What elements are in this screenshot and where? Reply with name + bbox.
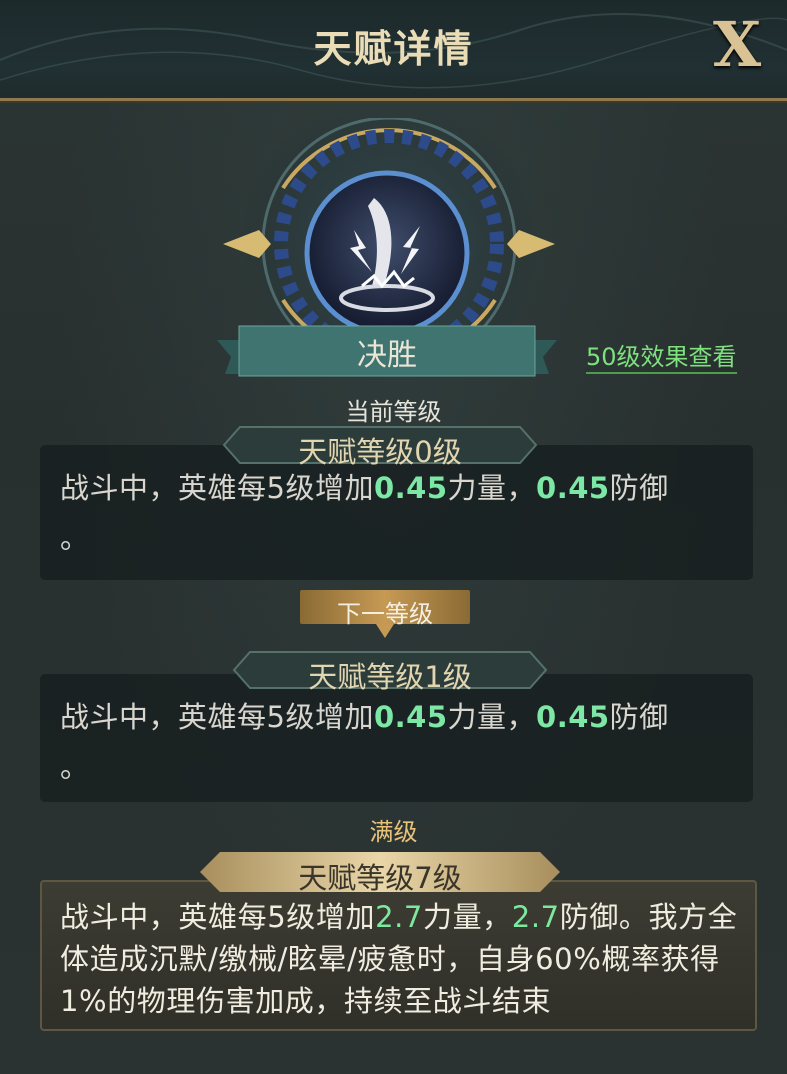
desc-text: 战斗中，英雄每5级增加 <box>60 900 376 934</box>
level50-effect-link[interactable]: 50级效果查看 <box>586 337 737 374</box>
next-level-description: 战斗中，英雄每5级增加0.45力量，0.45防御。 <box>60 692 737 792</box>
strength-value: 2.7 <box>375 900 423 934</box>
desc-text: 防御 <box>609 471 669 505</box>
lightning-blade-icon <box>304 170 470 336</box>
strength-value: 0.45 <box>373 471 448 505</box>
max-level-box: 战斗中，英雄每5级增加2.7力量，2.7防御。我方全体造成沉默/缴械/眩晕/疲惫… <box>40 880 757 1031</box>
current-level-heading: 当前等级 <box>345 398 442 426</box>
max-level-tab: 天赋等级7级 <box>200 850 560 895</box>
desc-text: 战斗中，英雄每5级增加 <box>60 700 374 734</box>
talent-name: 决胜 <box>357 338 417 373</box>
page-title: 天赋详情 <box>313 27 474 71</box>
header-bar: 天赋详情 X <box>0 0 787 101</box>
next-level-button[interactable]: 下一等级 <box>300 588 470 638</box>
max-level-label: 天赋等级7级 <box>298 861 462 895</box>
talent-detail-panel: 天赋详情 X 决胜 50级效果查看 当前等级 战斗中，英雄每5级增加0.45力量… <box>0 0 787 1074</box>
current-level-description: 战斗中，英雄每5级增加0.45力量，0.45防御。 <box>60 463 737 563</box>
desc-text: 力量， <box>447 471 537 505</box>
close-button[interactable]: X <box>707 12 767 78</box>
defense-value: 2.7 <box>511 900 560 934</box>
defense-value: 0.45 <box>536 700 610 734</box>
next-level-tab-label: 天赋等级1级 <box>308 660 472 694</box>
defense-value: 0.45 <box>536 471 610 505</box>
desc-text: 。 <box>60 750 90 784</box>
desc-text: 力量， <box>422 900 512 934</box>
strength-value: 0.45 <box>373 700 448 734</box>
current-level-label: 天赋等级0级 <box>298 435 462 469</box>
next-level-label: 下一等级 <box>337 600 433 628</box>
max-level-heading: 满级 <box>369 818 418 846</box>
current-level-tab: 天赋等级0级 <box>210 425 550 469</box>
desc-text: 战斗中，英雄每5级增加 <box>60 471 374 505</box>
max-level-description: 战斗中，英雄每5级增加2.7力量，2.7防御。我方全体造成沉默/缴械/眩晕/疲惫… <box>60 896 741 1022</box>
talent-name-banner: 决胜 <box>217 318 557 380</box>
next-level-tab: 天赋等级1级 <box>220 650 560 694</box>
desc-text: 力量， <box>447 700 537 734</box>
desc-text: 防御 <box>609 700 669 734</box>
desc-text: 。 <box>60 521 90 555</box>
